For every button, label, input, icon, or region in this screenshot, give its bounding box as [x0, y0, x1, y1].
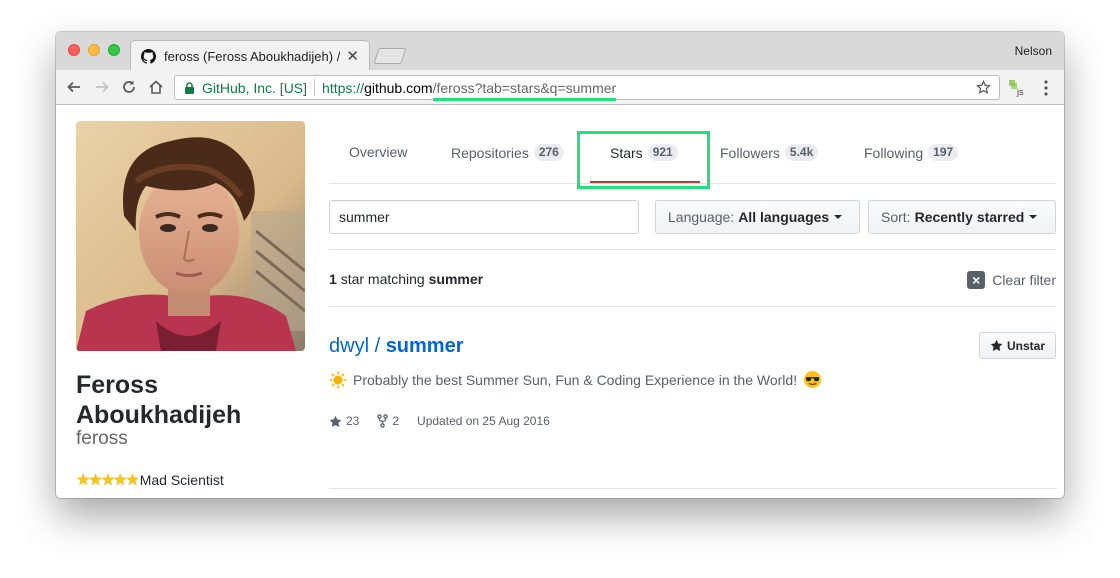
divider: [329, 488, 1056, 489]
browser-toolbar: GitHub, Inc. [US] https:// github.com /f…: [56, 70, 1064, 105]
js-extension-icon[interactable]: js: [1009, 79, 1027, 97]
results-term: summer: [428, 271, 484, 287]
sun-emoji-icon: [329, 371, 347, 389]
repo-owner: dwyl: [329, 335, 370, 357]
star-icon: [990, 339, 1003, 351]
minimize-window-button[interactable]: [88, 44, 100, 56]
stars-tab-highlight-box: [577, 131, 710, 189]
star-icon: [329, 415, 342, 427]
repo-description-text: Probably the best Summer Sun, Fun & Codi…: [353, 371, 798, 388]
url-scheme: https://: [322, 79, 365, 96]
browser-tab[interactable]: feross (Feross Aboukhadijeh) / ✕: [130, 40, 370, 71]
tab-followers[interactable]: Followers 5.4k: [720, 144, 819, 161]
url-path: /feross?tab=stars&q=summer: [432, 79, 617, 101]
sort-select-label: Sort:: [881, 209, 911, 225]
sort-select-button[interactable]: Sort: Recently starred: [868, 200, 1056, 234]
reload-icon[interactable]: [119, 77, 139, 97]
close-icon: ×: [967, 271, 986, 289]
repo-meta: 23 2 Updated on 25 Aug 2016: [329, 414, 568, 428]
clear-filter-link[interactable]: × Clear filter: [967, 271, 1056, 289]
home-icon[interactable]: [146, 77, 166, 97]
repositories-counter: 276: [533, 144, 564, 161]
close-window-button[interactable]: [68, 44, 80, 56]
repo-forks-count: 2: [392, 414, 400, 428]
tab-repositories-label: Repositories: [451, 144, 529, 161]
address-separator: [314, 79, 316, 96]
tab-followers-label: Followers: [720, 144, 780, 161]
back-arrow-icon[interactable]: [64, 77, 84, 97]
fork-icon: [377, 414, 389, 428]
extension-label: js: [1016, 87, 1024, 97]
unstar-label: Unstar: [1006, 338, 1045, 353]
title-bar: feross (Feross Aboukhadijeh) / ✕ Nelson: [56, 32, 1064, 71]
repo-updated: Updated on 25 Aug 2016: [417, 414, 550, 428]
forward-arrow-icon[interactable]: [92, 77, 112, 97]
browser-profile-name[interactable]: Nelson: [1015, 44, 1052, 58]
language-select-button[interactable]: Language: All languages: [655, 200, 860, 234]
tab-overview[interactable]: Overview: [349, 144, 407, 160]
address-bar[interactable]: GitHub, Inc. [US] https:// github.com /f…: [174, 75, 1000, 101]
results-count: 1: [329, 271, 337, 287]
tab-repositories[interactable]: Repositories 276: [451, 144, 564, 161]
profile-username: feross: [76, 428, 128, 449]
github-icon: [141, 48, 156, 64]
results-text: star matching: [340, 271, 425, 287]
new-tab-button[interactable]: [373, 48, 407, 64]
divider: [329, 249, 1056, 250]
bio-text: Mad Scientist: [139, 472, 224, 488]
lock-icon: [184, 81, 195, 94]
sort-select-value: Recently starred: [914, 209, 1025, 225]
maximize-window-button[interactable]: [108, 44, 120, 56]
repo-stars-count: 23: [346, 414, 360, 428]
chevron-down-icon: [834, 215, 843, 219]
results-summary: 1 star matching summer: [329, 271, 483, 287]
url-highlight-underline: [432, 97, 617, 101]
unstar-button[interactable]: Unstar: [978, 332, 1056, 359]
browser-window: feross (Feross Aboukhadijeh) / ✕ Nelson …: [56, 32, 1064, 498]
close-tab-icon[interactable]: ✕: [346, 47, 359, 65]
url-host: github.com: [364, 79, 433, 96]
repo-separator: /: [369, 335, 386, 357]
browser-menu-icon[interactable]: [1038, 78, 1054, 98]
clear-filter-label: Clear filter: [992, 272, 1056, 288]
bookmark-star-icon[interactable]: [976, 79, 991, 98]
repo-stargazers[interactable]: 23: [329, 414, 359, 428]
profile-bio: ★★★★★ Mad Scientist: [76, 470, 224, 490]
chevron-down-icon: [1029, 215, 1038, 219]
profile-full-name: Feross Aboukhadijeh: [76, 371, 242, 429]
tab-following[interactable]: Following 197: [864, 144, 959, 161]
secure-site-label[interactable]: GitHub, Inc. [US]: [202, 80, 307, 96]
avatar[interactable]: [76, 121, 305, 351]
language-select-value: All languages: [738, 209, 830, 225]
followers-counter: 5.4k: [784, 144, 819, 161]
repo-description: Probably the best Summer Sun, Fun & Codi…: [329, 370, 822, 389]
language-select-label: Language:: [668, 209, 735, 225]
repo-name: summer: [385, 335, 464, 357]
divider: [329, 306, 1056, 307]
tab-overview-label: Overview: [349, 144, 408, 160]
following-counter: 197: [928, 144, 959, 161]
repo-link[interactable]: dwyl / summer: [329, 335, 464, 358]
sunglasses-emoji-icon: [803, 370, 822, 389]
github-profile-page: Feross Aboukhadijeh feross ★★★★★ Mad Sci…: [56, 106, 1064, 498]
bio-stars-emoji: ★★★★★: [76, 472, 140, 489]
tab-title: feross (Feross Aboukhadijeh) /: [164, 48, 341, 64]
tab-following-label: Following: [864, 144, 924, 161]
repo-forks[interactable]: 2: [377, 414, 399, 428]
filter-stars-input[interactable]: summer: [329, 200, 639, 234]
url-path-text: /feross?tab=stars&q=summer: [432, 79, 617, 96]
